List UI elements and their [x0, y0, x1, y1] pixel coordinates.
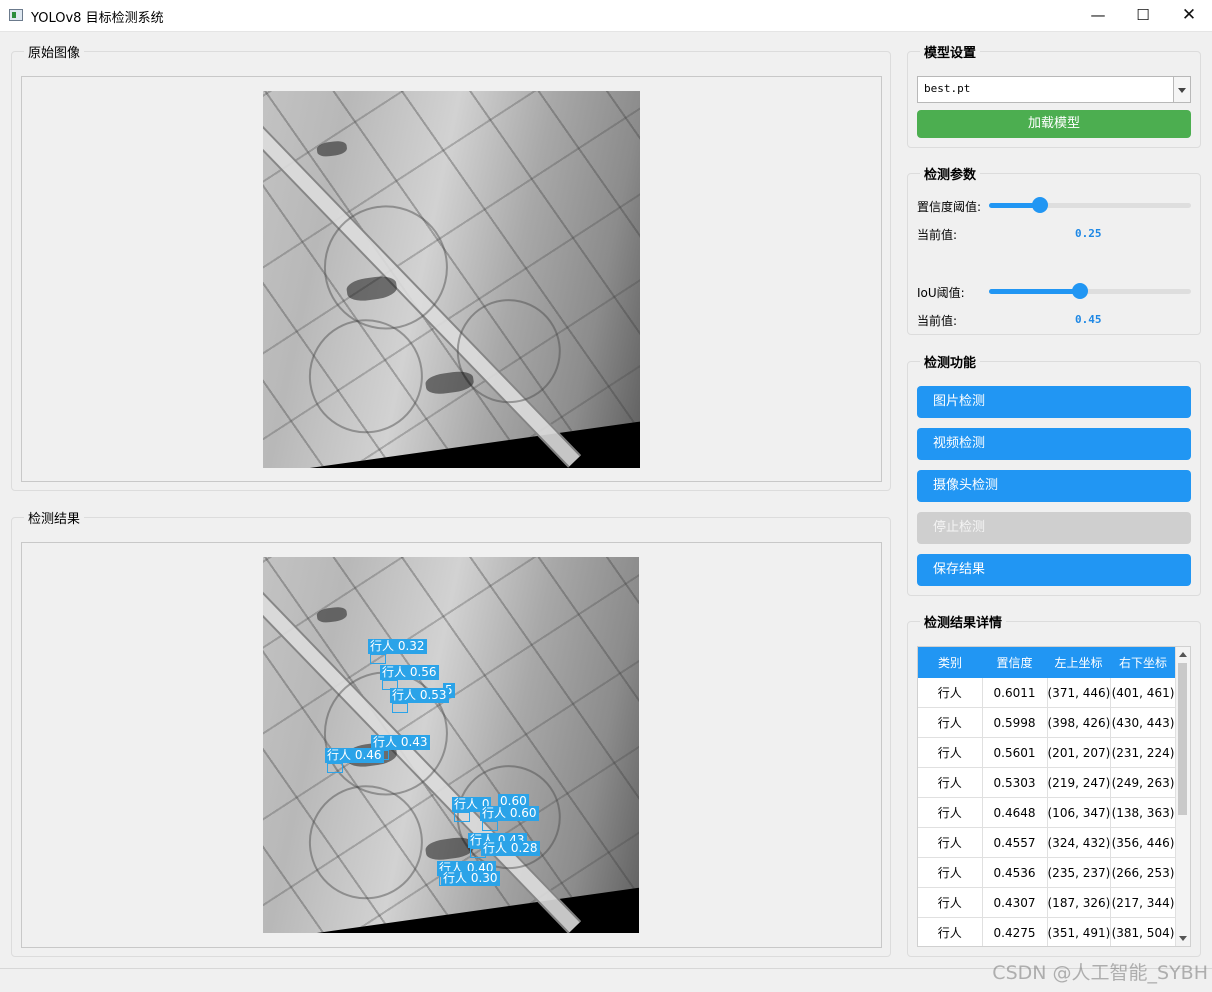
cell-class: 行人	[918, 917, 983, 946]
confidence-label: 置信度阈值:	[917, 200, 982, 214]
column-header[interactable]: 右下坐标	[1110, 647, 1176, 678]
column-header[interactable]: 左上坐标	[1047, 647, 1110, 678]
cell-class: 行人	[918, 737, 983, 768]
cell-top-left: (187, 326)	[1047, 887, 1111, 918]
detection-label: 行人 0.46	[325, 748, 384, 763]
cell-top-left: (371, 446)	[1047, 678, 1111, 708]
app-icon	[9, 9, 23, 21]
cell-confidence: 0.5998	[982, 707, 1048, 738]
minimize-button[interactable]: —	[1075, 0, 1121, 31]
cell-confidence: 0.4536	[982, 857, 1048, 888]
model-select-value: best.pt	[924, 82, 971, 95]
title-bar: YOLOv8 目标检测系统 — ☐ ✕	[0, 0, 1212, 32]
table-scrollbar[interactable]	[1175, 647, 1190, 946]
cell-top-left: (324, 432)	[1047, 827, 1111, 858]
iou-slider-handle[interactable]	[1072, 283, 1088, 299]
cell-confidence: 0.4275	[982, 917, 1048, 946]
cell-class: 行人	[918, 797, 983, 828]
detection-label: 行人 0.60	[480, 806, 539, 821]
confidence-slider-handle[interactable]	[1032, 197, 1048, 213]
detection-functions-title: 检测功能	[920, 352, 981, 371]
detection-label: 行人 0.56	[380, 665, 439, 680]
result-image-title: 检测结果	[24, 508, 85, 527]
load-model-button[interactable]: 加载模型	[917, 110, 1191, 138]
iou-slider[interactable]	[989, 283, 1191, 299]
scroll-up-arrow-icon[interactable]	[1176, 647, 1190, 661]
cell-class: 行人	[918, 678, 983, 708]
cell-confidence: 0.6011	[982, 678, 1048, 708]
maximize-button[interactable]: ☐	[1120, 0, 1166, 31]
model-select[interactable]: best.pt	[917, 76, 1191, 103]
cell-bottom-right: (430, 443)	[1110, 707, 1177, 738]
save-results-button[interactable]: 保存结果	[917, 554, 1191, 586]
original-image	[263, 91, 640, 468]
model-settings-title: 模型设置	[920, 42, 981, 61]
table-row[interactable]: 行人 0.4557 (324, 432) (356, 446)	[918, 827, 1177, 858]
cell-bottom-right: (401, 461)	[1110, 678, 1177, 708]
scroll-down-arrow-icon[interactable]	[1176, 932, 1190, 946]
iou-label: IoU阈值:	[917, 286, 965, 300]
results-detail-title: 检测结果详情	[920, 612, 1007, 631]
cell-confidence: 0.5601	[982, 737, 1048, 768]
table-header-row: 类别 置信度 左上坐标 右下坐标	[918, 647, 1176, 678]
camera-detect-button[interactable]: 摄像头检测	[917, 470, 1191, 502]
table-row[interactable]: 行人 0.4307 (187, 326) (217, 344)	[918, 887, 1177, 918]
table-row[interactable]: 行人 0.6011 (371, 446) (401, 461)	[918, 678, 1177, 708]
detection-params-title: 检测参数	[920, 164, 981, 183]
iou-value: 0.45	[1075, 313, 1102, 326]
cell-bottom-right: (381, 504)	[1110, 917, 1177, 946]
cell-class: 行人	[918, 827, 983, 858]
close-button[interactable]: ✕	[1166, 0, 1212, 31]
cell-bottom-right: (249, 263)	[1110, 767, 1177, 798]
table-row[interactable]: 行人 0.5601 (201, 207) (231, 224)	[918, 737, 1177, 768]
cell-bottom-right: (217, 344)	[1110, 887, 1177, 918]
iou-current-label: 当前值:	[917, 314, 958, 328]
original-image-title: 原始图像	[24, 42, 85, 61]
iou-slider-fill	[989, 289, 1080, 294]
confidence-value: 0.25	[1075, 227, 1102, 240]
column-header[interactable]: 置信度	[982, 647, 1047, 678]
video-detect-button[interactable]: 视频检测	[917, 428, 1191, 460]
table-row[interactable]: 行人 0.4648 (106, 347) (138, 363)	[918, 797, 1177, 828]
stop-detect-button: 停止检测	[917, 512, 1191, 544]
table-row[interactable]: 行人 0.4536 (235, 237) (266, 253)	[918, 857, 1177, 888]
cell-class: 行人	[918, 887, 983, 918]
cell-bottom-right: (266, 253)	[1110, 857, 1177, 888]
column-header[interactable]: 类别	[918, 647, 982, 678]
detection-label: 行人 0.32	[368, 639, 427, 654]
aerial-scene	[263, 91, 640, 468]
cell-class: 行人	[918, 857, 983, 888]
cell-top-left: (351, 491)	[1047, 917, 1111, 946]
cell-top-left: (235, 237)	[1047, 857, 1111, 888]
cell-confidence: 0.4557	[982, 827, 1048, 858]
cell-confidence: 0.4648	[982, 797, 1048, 828]
window-title: YOLOv8 目标检测系统	[31, 11, 164, 26]
cell-confidence: 0.5303	[982, 767, 1048, 798]
cell-bottom-right: (231, 224)	[1110, 737, 1177, 768]
results-table[interactable]: 类别 置信度 左上坐标 右下坐标 行人 0.6011 (371, 446) (401,…	[917, 646, 1191, 947]
scrollbar-thumb[interactable]	[1178, 663, 1187, 815]
detection-label: 行人 0.28	[481, 841, 540, 856]
cell-confidence: 0.4307	[982, 887, 1048, 918]
cell-top-left: (219, 247)	[1047, 767, 1111, 798]
cell-class: 行人	[918, 767, 983, 798]
cell-bottom-right: (356, 446)	[1110, 827, 1177, 858]
table-row[interactable]: 行人 0.4275 (351, 491) (381, 504)	[918, 917, 1177, 946]
watermark: CSDN @人工智能_SYBH	[992, 962, 1208, 984]
image-detect-button[interactable]: 图片检测	[917, 386, 1191, 418]
cell-top-left: (106, 347)	[1047, 797, 1111, 828]
detection-label: 行人 0.30	[441, 871, 500, 886]
cell-top-left: (201, 207)	[1047, 737, 1111, 768]
confidence-current-label: 当前值:	[917, 228, 958, 242]
confidence-slider[interactable]	[989, 197, 1191, 213]
chevron-down-icon[interactable]	[1173, 77, 1190, 102]
result-image: 行人 0.32 行人 0.56 5 行人 0.53 行人 0.43 行人 0.4…	[263, 557, 639, 933]
table-row[interactable]: 行人 0.5303 (219, 247) (249, 263)	[918, 767, 1177, 798]
cell-top-left: (398, 426)	[1047, 707, 1111, 738]
cell-class: 行人	[918, 707, 983, 738]
detection-label: 行人 0.53	[390, 688, 449, 703]
cell-bottom-right: (138, 363)	[1110, 797, 1177, 828]
table-row[interactable]: 行人 0.5998 (398, 426) (430, 443)	[918, 707, 1177, 738]
